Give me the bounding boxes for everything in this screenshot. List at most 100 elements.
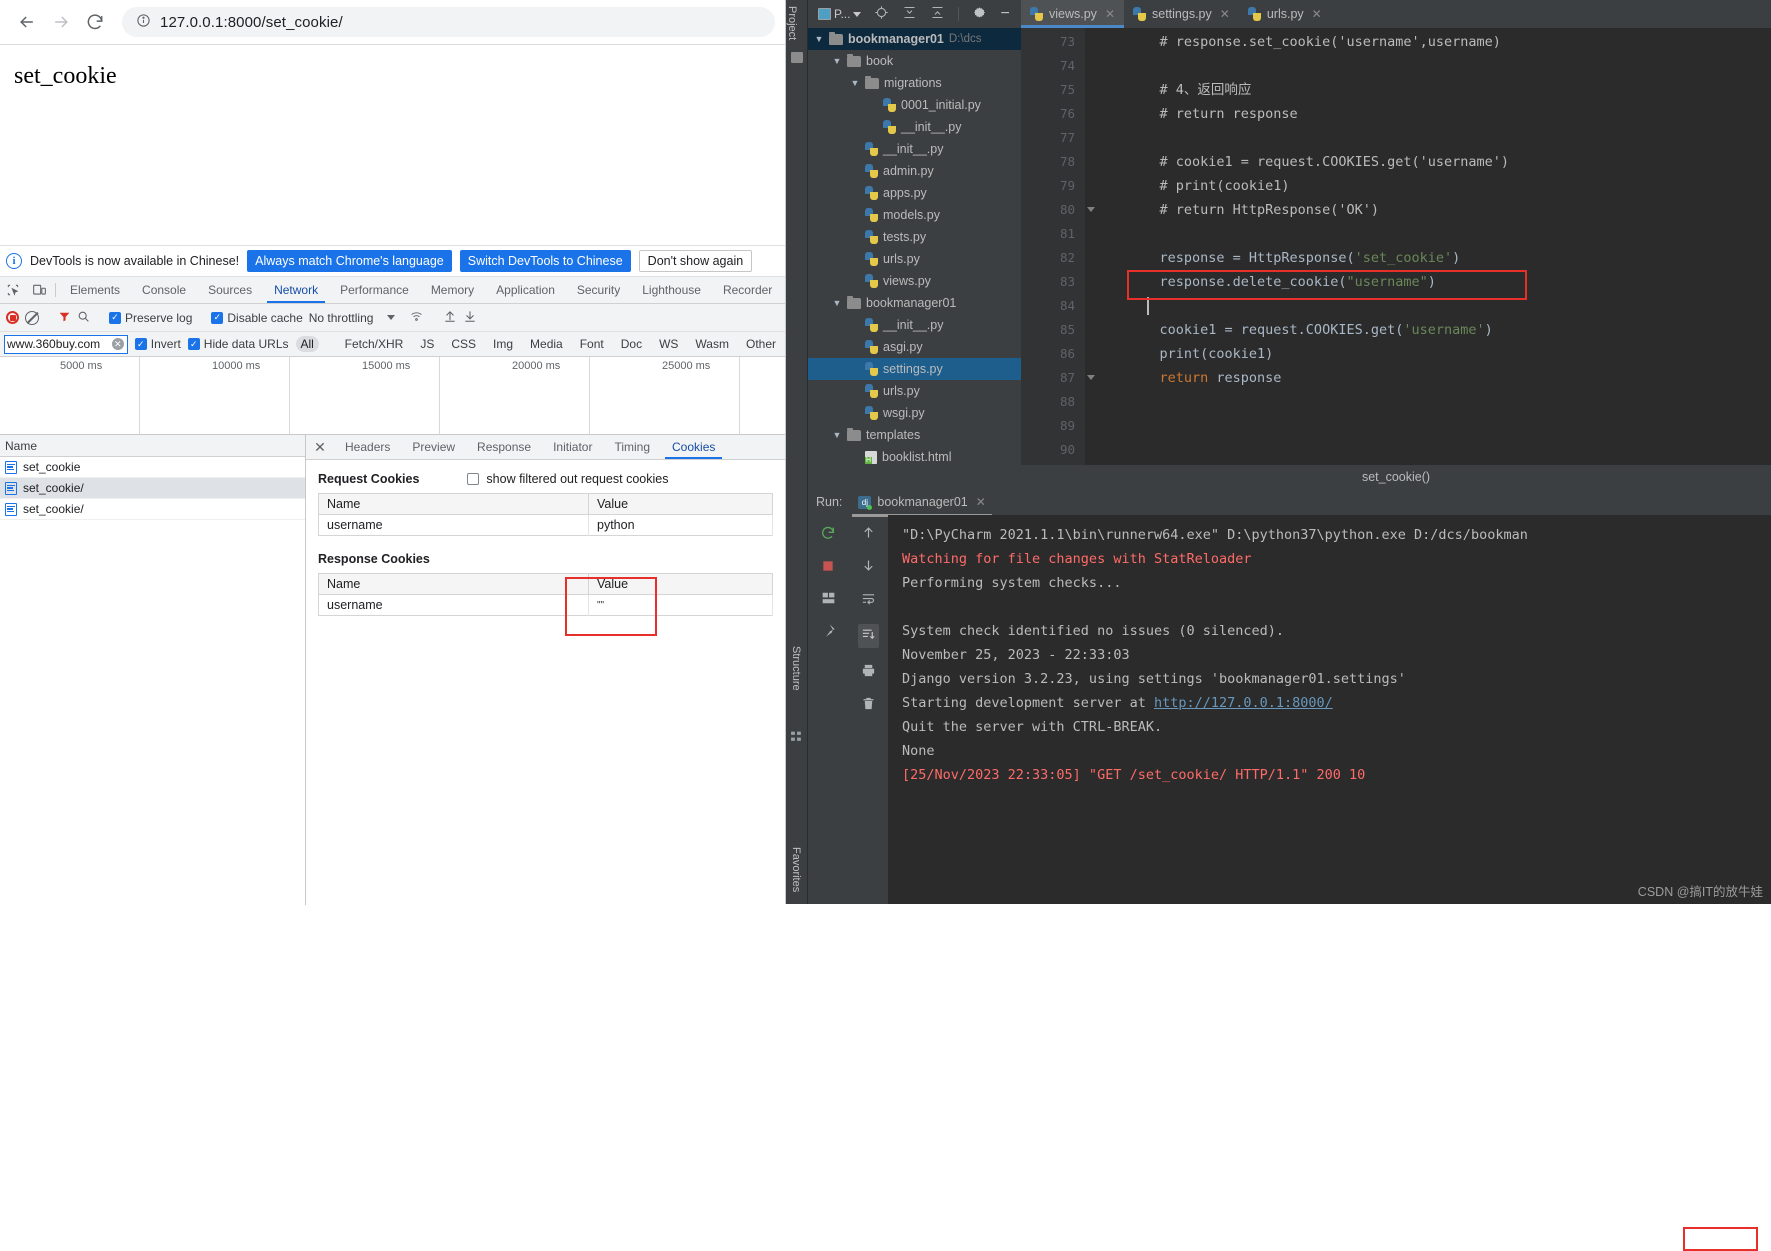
hide-icon[interactable]: − — [1000, 6, 1009, 22]
tree-item-book[interactable]: ▼ book — [808, 50, 1021, 72]
expand-all-icon[interactable] — [902, 5, 917, 23]
tab-timing[interactable]: Timing — [603, 435, 661, 459]
table-row[interactable]: username "" — [318, 594, 773, 616]
editor-tab-urls-py[interactable]: urls.py ✕ — [1238, 0, 1331, 28]
table-row[interactable]: set_cookie/ — [0, 478, 305, 499]
switch-to-chinese-button[interactable]: Switch DevTools to Chinese — [459, 250, 631, 272]
tree-item-tests-py[interactable]: tests.py — [808, 226, 1021, 248]
chevron-down-icon[interactable] — [387, 315, 396, 320]
close-icon[interactable]: ✕ — [1220, 7, 1230, 21]
record-stop-icon[interactable] — [6, 311, 19, 324]
close-icon[interactable]: ✕ — [306, 435, 334, 459]
network-conditions-icon[interactable] — [409, 310, 424, 326]
filter-type-ws[interactable]: WS — [654, 336, 683, 352]
clear-icon[interactable] — [25, 310, 39, 325]
hide-data-urls-checkbox[interactable]: ✓ Hide data URLs — [187, 337, 289, 351]
export-har-icon[interactable] — [463, 309, 477, 326]
close-icon[interactable]: ✕ — [1312, 7, 1322, 21]
rail-project-label[interactable]: Project — [786, 0, 798, 46]
tab-cookies[interactable]: Cookies — [661, 435, 726, 459]
clear-filter-icon[interactable]: ✕ — [111, 338, 124, 350]
tree-item-models-py[interactable]: models.py — [808, 204, 1021, 226]
print-icon[interactable] — [861, 663, 876, 681]
run-config-tab[interactable]: dj bookmanager01 ✕ — [852, 489, 993, 517]
device-toolbar-icon[interactable] — [26, 277, 52, 303]
tree-item-admin-py[interactable]: admin.py — [808, 160, 1021, 182]
tree-item-settings-py[interactable]: settings.py — [808, 358, 1021, 380]
layout-icon[interactable] — [821, 591, 836, 608]
close-icon[interactable]: ✕ — [976, 495, 986, 509]
tree-item--init-py[interactable]: __init__.py — [808, 116, 1021, 138]
tab-recorder[interactable]: Recorder — [712, 277, 783, 303]
chevron-down-icon[interactable]: ▼ — [850, 78, 860, 88]
scroll-down-icon[interactable] — [861, 558, 876, 576]
table-row[interactable]: username python — [318, 514, 773, 536]
project-folder-icon[interactable] — [791, 52, 803, 63]
rerun-icon[interactable] — [820, 525, 836, 544]
tree-item--init-py[interactable]: __init__.py — [808, 314, 1021, 336]
tab-initiator[interactable]: Initiator — [542, 435, 603, 459]
filter-type-other[interactable]: Other — [741, 336, 781, 352]
tab-console[interactable]: Console — [131, 277, 197, 303]
tree-item-bookmanager01[interactable]: ▼ bookmanager01 — [808, 292, 1021, 314]
search-icon[interactable] — [77, 310, 90, 326]
filter-type-doc[interactable]: Doc — [616, 336, 647, 352]
tab-application[interactable]: Application — [485, 277, 566, 303]
soft-wrap-icon[interactable] — [861, 591, 876, 609]
tree-item-urls-py[interactable]: urls.py — [808, 380, 1021, 402]
tab-preview[interactable]: Preview — [401, 435, 466, 459]
import-har-icon[interactable] — [443, 309, 457, 326]
network-timeline-overview[interactable]: 5000 ms 10000 ms 15000 ms 20000 ms 25000… — [0, 357, 785, 435]
tree-item--init-py[interactable]: __init__.py — [808, 138, 1021, 160]
tab-sources[interactable]: Sources — [197, 277, 263, 303]
tree-item-migrations[interactable]: ▼ migrations — [808, 72, 1021, 94]
back-arrow-icon[interactable] — [10, 5, 44, 39]
rail-favorites-label[interactable]: Favorites — [790, 841, 802, 898]
inspect-element-icon[interactable] — [0, 277, 26, 303]
close-icon[interactable]: ✕ — [1105, 7, 1115, 21]
tree-item-0001-initial-py[interactable]: 0001_initial.py — [808, 94, 1021, 116]
tab-security[interactable]: Security — [566, 277, 631, 303]
tab-headers[interactable]: Headers — [334, 435, 401, 459]
filter-type-js[interactable]: JS — [415, 336, 439, 352]
tree-item-asgi-py[interactable]: asgi.py — [808, 336, 1021, 358]
code-editor[interactable]: 73 74 75 76 77 78 79 80 81 82 83 84 85 86 87 88 89 90 # r… — [1021, 28, 1771, 489]
editor-tab-views-py[interactable]: views.py ✕ — [1021, 0, 1124, 28]
tab-response[interactable]: Response — [466, 435, 542, 459]
tree-item-templates[interactable]: ▼ templates — [808, 424, 1021, 446]
dont-show-again-button[interactable]: Don't show again — [638, 250, 753, 272]
chevron-down-icon[interactable]: ▼ — [832, 298, 842, 308]
scroll-to-end-icon[interactable] — [857, 624, 879, 648]
chevron-down-icon[interactable]: ▼ — [832, 430, 842, 440]
filter-type-css[interactable]: CSS — [446, 336, 481, 352]
editor-code-area[interactable]: # response.set_cookie('username',usernam… — [1085, 28, 1771, 489]
tree-item-views-py[interactable]: views.py — [808, 270, 1021, 292]
stop-icon[interactable] — [821, 559, 835, 576]
address-bar[interactable]: 127.0.0.1:8000/set_cookie/ — [122, 7, 775, 37]
filter-icon[interactable] — [58, 310, 71, 326]
chevron-down-icon[interactable]: ▼ — [814, 34, 824, 44]
table-row[interactable]: set_cookie/ — [0, 499, 305, 520]
pin-icon[interactable] — [821, 623, 836, 641]
tree-item-wsgi-py[interactable]: wsgi.py — [808, 402, 1021, 424]
settings-gear-icon[interactable] — [972, 5, 987, 23]
tree-item-urls-py[interactable]: urls.py — [808, 248, 1021, 270]
project-selector-icon[interactable]: P... — [818, 7, 862, 21]
tab-memory[interactable]: Memory — [420, 277, 485, 303]
filter-type-media[interactable]: Media — [525, 336, 568, 352]
disable-cache-checkbox[interactable]: ✓ Disable cache — [211, 311, 303, 325]
chevron-down-icon[interactable]: ▼ — [832, 56, 842, 66]
scroll-up-icon[interactable] — [861, 525, 876, 543]
filter-type-wasm[interactable]: Wasm — [690, 336, 734, 352]
console-link[interactable]: http://127.0.0.1:8000/ — [1154, 695, 1333, 711]
always-match-language-button[interactable]: Always match Chrome's language — [247, 250, 452, 272]
table-row[interactable]: set_cookie — [0, 457, 305, 478]
structure-icon[interactable] — [790, 730, 803, 743]
filter-type-font[interactable]: Font — [575, 336, 609, 352]
tab-performance[interactable]: Performance — [329, 277, 420, 303]
filter-type-img[interactable]: Img — [488, 336, 518, 352]
run-console-output[interactable]: "D:\PyCharm 2021.1.1\bin\runnerw64.exe" … — [888, 515, 1771, 904]
tab-network[interactable]: Network — [263, 277, 329, 303]
tree-item-booklist-html[interactable]: booklist.html — [808, 446, 1021, 468]
rail-structure-label[interactable]: Structure — [790, 640, 802, 697]
